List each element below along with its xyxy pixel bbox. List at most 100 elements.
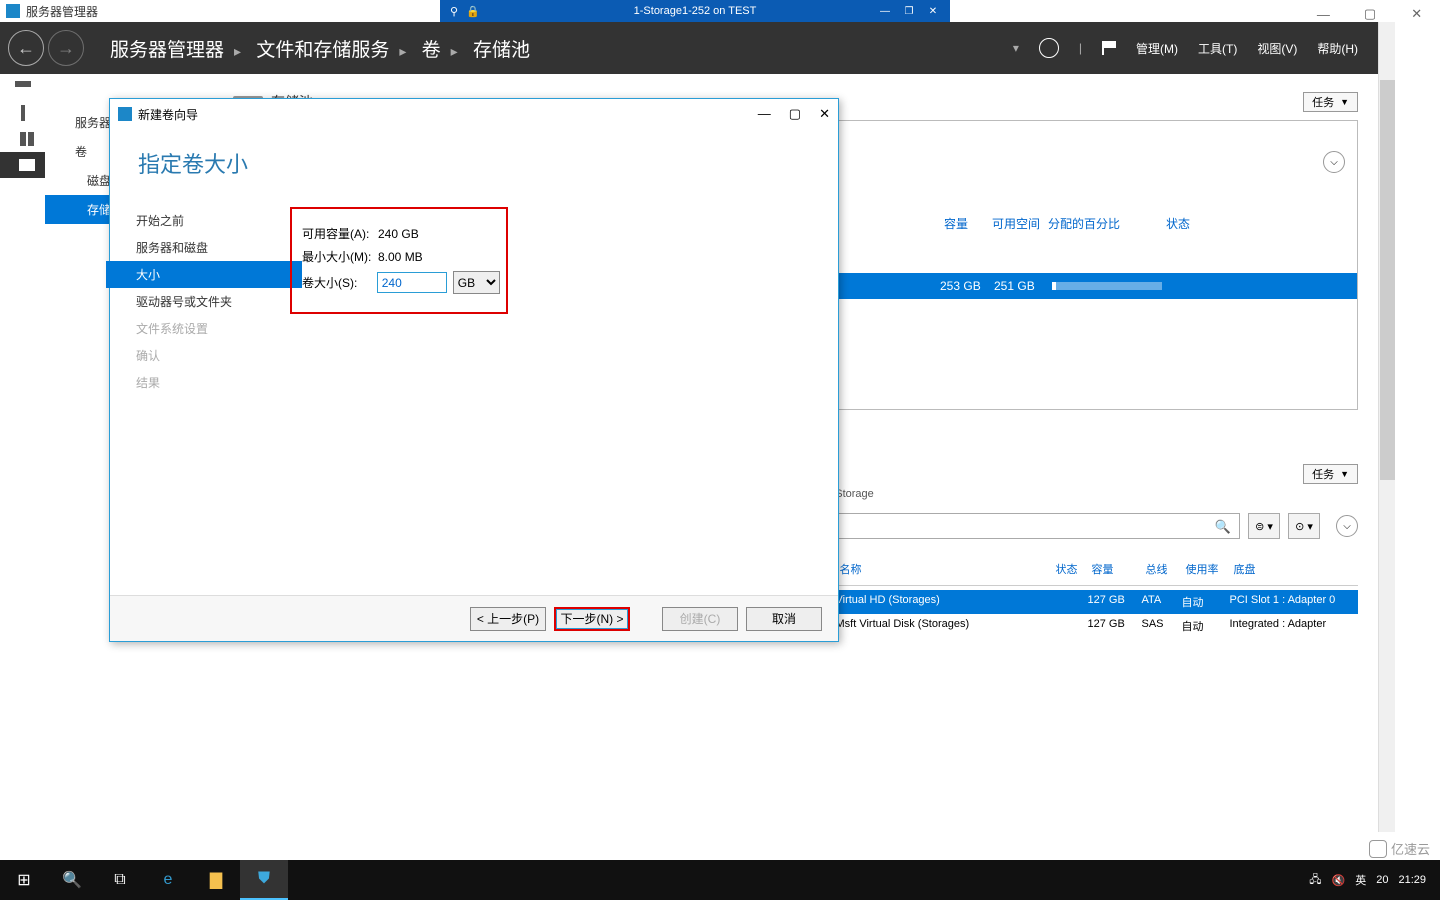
tray-volume-icon[interactable]: 🔇 bbox=[1332, 874, 1346, 887]
new-volume-wizard: 新建卷向导 — ▢ ✕ 指定卷大小 开始之前 服务器和磁盘 大小 驱动器号或文件… bbox=[109, 98, 839, 642]
wizard-content: 可用容量(A): 240 GB 最小大小(M): 8.00 MB 卷大小(S):… bbox=[302, 187, 814, 583]
step-filesystem: 文件系统设置 bbox=[134, 315, 302, 342]
remote-restore-button[interactable]: ❐ bbox=[898, 3, 920, 19]
left-icon-strip bbox=[0, 74, 45, 832]
all-servers-icon[interactable] bbox=[0, 126, 45, 152]
disk-table: 插槽 名称 状态 容量 总线 使用率 底盘 Virtual HD (Storag… bbox=[796, 557, 1359, 638]
disk-row-1[interactable]: Msft Virtual Disk (Storages) 127 GB SAS … bbox=[796, 614, 1359, 638]
watermark: 亿速云 bbox=[1369, 839, 1430, 858]
col-alloc[interactable]: 分配的百分比 bbox=[1048, 215, 1120, 232]
storage-icon[interactable] bbox=[0, 152, 45, 178]
available-label: 可用容量(A): bbox=[302, 225, 378, 242]
explorer-icon[interactable]: ▇ bbox=[192, 860, 240, 900]
disk-filter-input[interactable]: 器 🔍 bbox=[796, 513, 1241, 539]
breadcrumb-root[interactable]: 服务器管理器 bbox=[110, 40, 224, 61]
breadcrumb: 服务器管理器▸ 文件和存储服务▸ 卷▸ 存储池 bbox=[108, 35, 532, 62]
search-icon[interactable]: 🔍 bbox=[1215, 519, 1231, 535]
pin-icon[interactable]: ⚲ bbox=[450, 5, 458, 18]
tray-clock[interactable]: 21:29 bbox=[1398, 874, 1426, 886]
wizard-heading: 指定卷大小 bbox=[110, 129, 838, 183]
dcol-status[interactable]: 状态 bbox=[1052, 557, 1088, 581]
start-button[interactable]: ⊞ bbox=[0, 860, 48, 900]
filter-group-button[interactable]: ⊜ ▾ bbox=[1248, 513, 1280, 539]
wizard-cancel-button[interactable]: 取消 bbox=[746, 607, 822, 631]
watermark-icon bbox=[1369, 840, 1387, 858]
pool-capacity: 253 GB bbox=[940, 279, 981, 293]
refresh-icon[interactable] bbox=[1039, 38, 1059, 58]
step-result: 结果 bbox=[134, 369, 302, 396]
tray-date-num[interactable]: 20 bbox=[1376, 874, 1388, 886]
tray-ime[interactable]: 英 bbox=[1355, 872, 1366, 888]
step-size[interactable]: 大小 bbox=[106, 261, 302, 288]
remote-minimize-button[interactable]: — bbox=[874, 3, 896, 19]
dcol-name[interactable]: 名称 bbox=[836, 557, 1052, 581]
outer-close-button[interactable]: ✕ bbox=[1393, 0, 1440, 28]
col-capacity[interactable]: 容量 bbox=[944, 215, 968, 232]
pool-tasks-button[interactable]: 任务 bbox=[1303, 92, 1358, 112]
server-manager-header: ← → 服务器管理器▸ 文件和存储服务▸ 卷▸ 存储池 ▾ | 管理(M) 工具… bbox=[0, 22, 1378, 74]
menu-manage[interactable]: 管理(M) bbox=[1136, 40, 1178, 57]
notifications-flag-icon[interactable] bbox=[1102, 41, 1116, 55]
disk-row-0[interactable]: Virtual HD (Storages) 127 GB ATA 自动 PCI … bbox=[796, 590, 1359, 614]
taskbar: ⊞ 🔍 ⧉ e ▇ ⛊ 🖧 🔇 英 20 21:29 bbox=[0, 860, 1440, 900]
search-button[interactable]: 🔍 bbox=[48, 860, 96, 900]
wizard-prev-button[interactable]: < 上一步(P) bbox=[470, 607, 546, 631]
breadcrumb-pools[interactable]: 存储池 bbox=[473, 40, 530, 61]
wizard-next-button[interactable]: 下一步(N) > bbox=[554, 607, 630, 631]
disks-collapse-button[interactable]: ⌵ bbox=[1336, 515, 1358, 537]
pool-alloc-bar bbox=[1052, 282, 1162, 290]
remote-close-button[interactable]: ✕ bbox=[922, 3, 944, 19]
app-title: 服务器管理器 bbox=[26, 3, 98, 20]
menu-help[interactable]: 帮助(H) bbox=[1317, 40, 1358, 57]
wizard-icon bbox=[118, 107, 132, 121]
remote-session-title: 1-Storage1-252 on TEST bbox=[634, 5, 757, 17]
main-scrollbar[interactable] bbox=[1378, 22, 1395, 832]
server-manager-taskbar-icon[interactable]: ⛊ bbox=[240, 860, 288, 900]
tray-network-icon[interactable]: 🖧 bbox=[1309, 871, 1321, 890]
dcol-usage[interactable]: 使用率 bbox=[1182, 557, 1230, 581]
wizard-title: 新建卷向导 bbox=[138, 106, 198, 123]
server-manager-icon bbox=[6, 4, 20, 18]
physical-disks-panel: 盘 es 上的 Storage 任务 器 🔍 ⊜ ▾ ⊙ ▾ ⌵ 插槽 名称 状… bbox=[796, 464, 1359, 724]
disks-tasks-button[interactable]: 任务 bbox=[1303, 464, 1358, 484]
dcol-capacity[interactable]: 容量 bbox=[1088, 557, 1142, 581]
pool-collapse-button[interactable]: ⌵ bbox=[1323, 151, 1345, 173]
wizard-footer: < 上一步(P) 下一步(N) > 创建(C) 取消 bbox=[110, 595, 838, 641]
step-confirm: 确认 bbox=[134, 342, 302, 369]
nav-back-button[interactable]: ← bbox=[8, 30, 44, 66]
wizard-titlebar[interactable]: 新建卷向导 — ▢ ✕ bbox=[110, 99, 838, 129]
dashboard-icon[interactable] bbox=[0, 74, 45, 100]
filter-view-button[interactable]: ⊙ ▾ bbox=[1288, 513, 1320, 539]
step-server-disk[interactable]: 服务器和磁盘 bbox=[134, 234, 302, 261]
pool-free: 251 GB bbox=[994, 279, 1035, 293]
wizard-close-button[interactable]: ✕ bbox=[819, 106, 830, 122]
ie-icon[interactable]: e bbox=[144, 860, 192, 900]
highlighted-size-fields: 可用容量(A): 240 GB 最小大小(M): 8.00 MB 卷大小(S):… bbox=[290, 207, 508, 314]
dcol-bus[interactable]: 总线 bbox=[1142, 557, 1182, 581]
min-label: 最小大小(M): bbox=[302, 248, 378, 265]
task-view-button[interactable]: ⧉ bbox=[96, 860, 144, 900]
menu-view[interactable]: 视图(V) bbox=[1257, 40, 1297, 57]
size-label: 卷大小(S): bbox=[302, 274, 377, 291]
volume-size-unit[interactable]: GB bbox=[453, 271, 500, 294]
lock-icon[interactable]: 🔒 bbox=[466, 5, 480, 18]
col-status[interactable]: 状态 bbox=[1166, 215, 1190, 232]
volume-size-input[interactable] bbox=[377, 272, 447, 293]
servers-icon[interactable] bbox=[0, 100, 45, 126]
step-drive-letter[interactable]: 驱动器号或文件夹 bbox=[134, 288, 302, 315]
remote-session-titlebar: ⚲ 🔒 1-Storage1-252 on TEST — ❐ ✕ bbox=[440, 0, 950, 22]
step-before[interactable]: 开始之前 bbox=[134, 207, 302, 234]
menu-tools[interactable]: 工具(T) bbox=[1198, 40, 1237, 57]
dcol-chassis[interactable]: 底盘 bbox=[1230, 557, 1359, 581]
breadcrumb-volumes[interactable]: 卷 bbox=[422, 40, 441, 61]
breadcrumb-files[interactable]: 文件和存储服务 bbox=[256, 40, 389, 61]
wizard-maximize-button[interactable]: ▢ bbox=[789, 106, 801, 122]
col-free[interactable]: 可用空间 bbox=[992, 215, 1040, 232]
available-value: 240 GB bbox=[378, 227, 448, 241]
system-tray: 🖧 🔇 英 20 21:29 bbox=[1309, 871, 1440, 890]
min-value: 8.00 MB bbox=[378, 250, 448, 264]
nav-forward-button: → bbox=[48, 30, 84, 66]
wizard-steps: 开始之前 服务器和磁盘 大小 驱动器号或文件夹 文件系统设置 确认 结果 bbox=[134, 187, 302, 583]
wizard-create-button: 创建(C) bbox=[662, 607, 738, 631]
wizard-minimize-button[interactable]: — bbox=[758, 106, 771, 122]
